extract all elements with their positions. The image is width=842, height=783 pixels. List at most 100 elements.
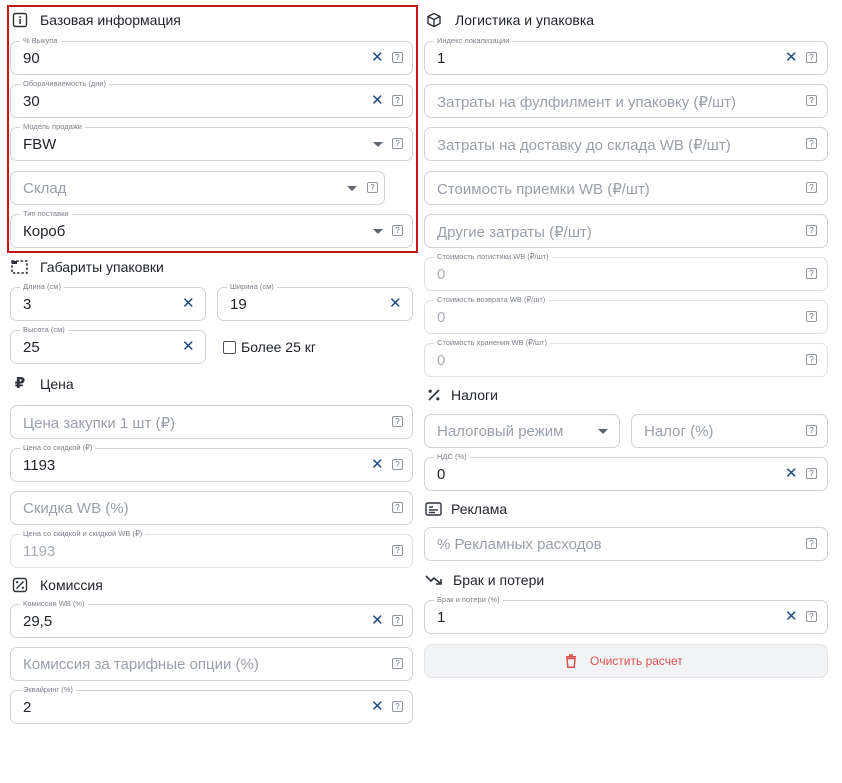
help-icon[interactable]: ? [806, 268, 817, 279]
width-label: Ширина (см) [227, 282, 277, 292]
help-icon[interactable]: ? [806, 52, 817, 63]
turnover-value[interactable]: 30 [23, 93, 40, 110]
dashed-box-icon [11, 259, 28, 275]
discount-price-field[interactable]: Цена со скидкой (₽) 1193 ✕ ? [10, 443, 413, 482]
help-icon[interactable]: ? [392, 95, 403, 106]
help-icon[interactable]: ? [392, 545, 403, 556]
supply-type-label: Тип поставки [20, 209, 72, 219]
wb-commission-field[interactable]: Комиссия WB (%) 29,5 ✕ ? [10, 599, 413, 638]
help-icon[interactable]: ? [392, 138, 403, 149]
help-icon[interactable]: ? [392, 52, 403, 63]
other-cost-field[interactable]: Другие затраты (₽/шт) ? [424, 214, 828, 248]
section-title-basic: Базовая информация [40, 12, 181, 28]
tariff-commission-field[interactable]: Комиссия за тарифные опции (%) ? [10, 647, 413, 681]
help-icon[interactable]: ? [392, 658, 403, 669]
chevron-down-icon[interactable] [373, 142, 383, 147]
percent-icon [426, 387, 442, 403]
turnover-field[interactable]: Оборачиваемость (дни) 30 ✕ ? [10, 79, 413, 118]
section-title-price: Цена [40, 376, 74, 392]
acquiring-value[interactable]: 2 [23, 699, 31, 716]
section-title-taxes: Налоги [451, 387, 498, 403]
ads-share-field[interactable]: % Рекламных расходов ? [424, 527, 828, 561]
vykup-field[interactable]: % Выкупа 90 ✕ ? [10, 36, 413, 75]
help-icon[interactable]: ? [806, 225, 817, 236]
fulfillment-cost-field[interactable]: Затраты на фулфилмент и упаковку (₽/шт) … [424, 84, 828, 118]
close-icon[interactable]: ✕ [371, 456, 384, 474]
info-icon [12, 12, 28, 28]
chevron-down-icon[interactable] [598, 429, 608, 434]
tax-regime-placeholder: Налоговый режим [437, 423, 564, 440]
help-icon[interactable]: ? [367, 182, 378, 193]
close-icon[interactable]: ✕ [182, 338, 195, 356]
height-field[interactable]: Высота (см) 25 ✕ [10, 325, 206, 364]
defects-label: Брак и потери (%) [434, 595, 503, 605]
close-icon[interactable]: ✕ [371, 49, 384, 67]
wb-discount-placeholder: Скидка WB (%) [23, 500, 129, 517]
help-icon[interactable]: ? [806, 354, 817, 365]
other-cost-placeholder: Другие затраты (₽/шт) [437, 224, 592, 241]
acquiring-field[interactable]: Эквайринг (%) 2 ✕ ? [10, 685, 413, 724]
width-field[interactable]: Ширина (см) 19 ✕ [217, 282, 413, 321]
defects-value[interactable]: 1 [437, 609, 445, 626]
percent-box-icon [12, 577, 28, 593]
help-icon[interactable]: ? [806, 611, 817, 622]
close-icon[interactable]: ✕ [389, 295, 402, 313]
chevron-down-icon[interactable] [347, 186, 357, 191]
localization-index-field[interactable]: Индекс локализации 1 ✕ ? [424, 36, 828, 75]
vat-field[interactable]: НДС (%) 0 ✕ ? [424, 452, 828, 491]
length-value[interactable]: 3 [23, 296, 31, 313]
close-icon[interactable]: ✕ [785, 608, 798, 626]
close-icon[interactable]: ✕ [182, 295, 195, 313]
wb-discount-field[interactable]: Скидка WB (%) ? [10, 491, 413, 525]
wb-return-cost-label: Стоимость возврата WB (₽/шт) [434, 295, 549, 305]
close-icon[interactable]: ✕ [785, 465, 798, 483]
chevron-down-icon[interactable] [373, 229, 383, 234]
defects-field[interactable]: Брак и потери (%) 1 ✕ ? [424, 595, 828, 634]
tax-rate-field[interactable]: Налог (%) ? [631, 414, 828, 448]
help-icon[interactable]: ? [806, 425, 817, 436]
close-icon[interactable]: ✕ [371, 92, 384, 110]
help-icon[interactable]: ? [806, 138, 817, 149]
help-icon[interactable]: ? [392, 615, 403, 626]
height-value[interactable]: 25 [23, 339, 40, 356]
help-icon[interactable]: ? [806, 311, 817, 322]
localization-index-value[interactable]: 1 [437, 50, 445, 67]
help-icon[interactable]: ? [806, 182, 817, 193]
discount-price-label: Цена со скидкой (₽) [20, 443, 96, 453]
wb-commission-value[interactable]: 29,5 [23, 613, 52, 630]
help-icon[interactable]: ? [392, 701, 403, 712]
final-price-label: Цена со скидкой и скидкой WB (₽) [20, 529, 146, 539]
height-label: Высота (см) [20, 325, 68, 335]
width-value[interactable]: 19 [230, 296, 247, 313]
help-icon[interactable]: ? [392, 225, 403, 236]
over-25kg-checkbox[interactable] [223, 341, 236, 354]
help-icon[interactable]: ? [392, 502, 403, 513]
purchase-price-field[interactable]: Цена закупки 1 шт (₽) ? [10, 405, 413, 439]
help-icon[interactable]: ? [392, 459, 403, 470]
help-icon[interactable]: ? [806, 468, 817, 479]
clear-calculation-button[interactable]: Очистить расчет [424, 644, 828, 678]
delivery-cost-field[interactable]: Затраты на доставку до склада WB (₽/шт) … [424, 127, 828, 161]
ruble-icon: ₽ [14, 375, 26, 392]
close-icon[interactable]: ✕ [371, 698, 384, 716]
tax-regime-select[interactable]: Налоговый режим [424, 414, 620, 448]
help-icon[interactable]: ? [392, 416, 403, 427]
vykup-value[interactable]: 90 [23, 50, 40, 67]
section-title-ads: Реклама [451, 501, 508, 517]
discount-price-value[interactable]: 1193 [23, 457, 55, 474]
length-field[interactable]: Длина (см) 3 ✕ [10, 282, 206, 321]
vat-value[interactable]: 0 [437, 466, 445, 483]
help-icon[interactable]: ? [806, 95, 817, 106]
acceptance-cost-field[interactable]: Стоимость приемки WB (₽/шт) ? [424, 171, 828, 205]
wb-return-cost-field: Стоимость возврата WB (₽/шт) 0 ? [424, 295, 828, 334]
wb-storage-cost-value: 0 [437, 352, 446, 369]
sale-model-select[interactable]: Модель продажи FBW ? [10, 122, 413, 161]
trash-icon [565, 654, 577, 673]
warehouse-select[interactable]: Склад ? [10, 171, 385, 205]
close-icon[interactable]: ✕ [785, 49, 798, 67]
length-label: Длина (см) [20, 282, 64, 292]
help-icon[interactable]: ? [806, 538, 817, 549]
vat-label: НДС (%) [434, 452, 470, 462]
close-icon[interactable]: ✕ [371, 612, 384, 630]
supply-type-select[interactable]: Тип поставки Короб ? [10, 209, 413, 248]
